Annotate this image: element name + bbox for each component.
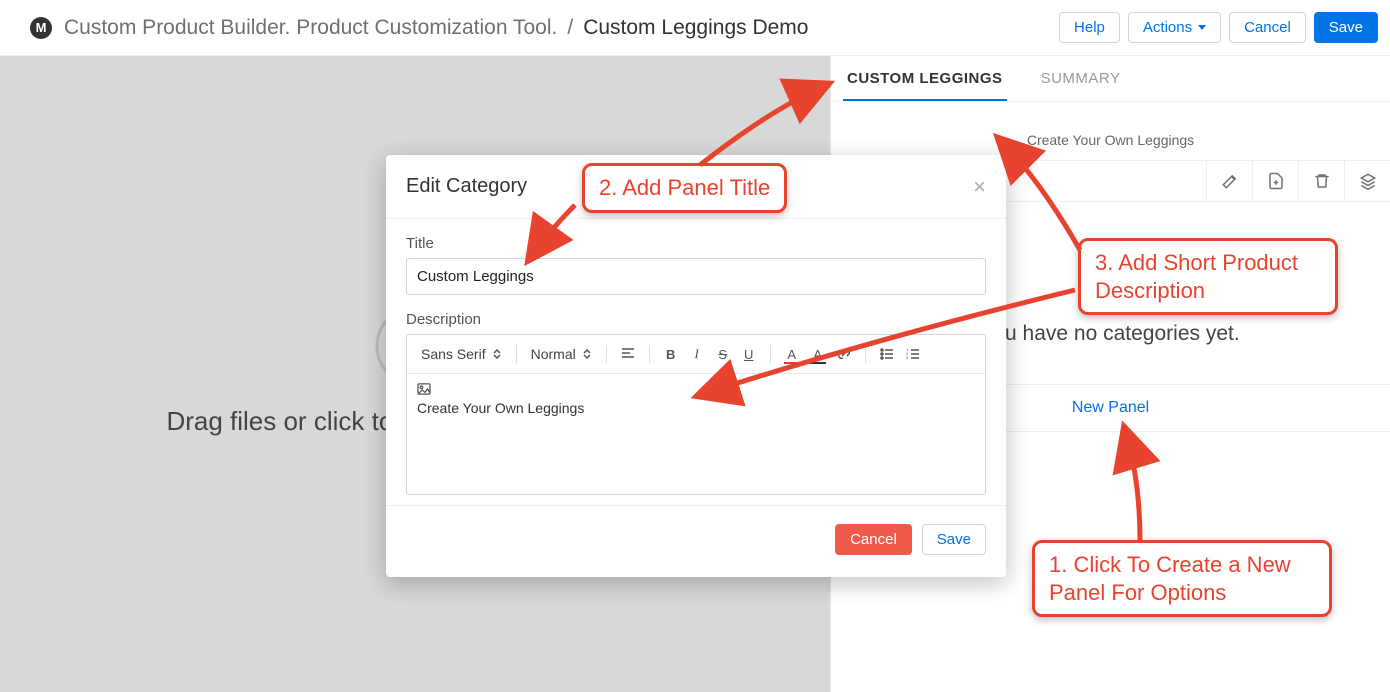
annotation-step3: 3. Add Short Product Description	[1078, 238, 1338, 315]
highlight-color-icon[interactable]: A	[807, 343, 829, 365]
description-label: Description	[406, 311, 986, 328]
help-button[interactable]: Help	[1059, 12, 1120, 43]
trash-icon[interactable]	[1298, 161, 1344, 201]
app-logo-icon: M	[30, 17, 52, 39]
actions-button[interactable]: Actions	[1128, 12, 1221, 43]
save-button[interactable]: Save	[1314, 12, 1378, 43]
sort-icon	[492, 349, 502, 359]
edit-icon[interactable]	[1206, 161, 1252, 201]
layers-icon[interactable]	[1344, 161, 1390, 201]
topbar-actions: Help Actions Cancel Save	[1059, 12, 1378, 43]
modal-cancel-button[interactable]: Cancel	[835, 524, 912, 555]
link-icon[interactable]	[833, 343, 855, 365]
breadcrumb-current: Custom Leggings Demo	[583, 16, 808, 40]
topbar: M Custom Product Builder. Product Custom…	[0, 0, 1390, 56]
align-icon[interactable]	[617, 343, 639, 365]
add-file-icon[interactable]	[1252, 161, 1298, 201]
title-input[interactable]	[406, 258, 986, 295]
text-color-icon[interactable]: A	[781, 343, 803, 365]
rte-size-select[interactable]: Normal	[527, 344, 596, 364]
rte-toolbar: Sans Serif Normal B I S U A	[407, 335, 985, 374]
cancel-button[interactable]: Cancel	[1229, 12, 1306, 43]
edit-category-modal: Edit Category × Title Description Sans S…	[386, 155, 1006, 577]
breadcrumb: M Custom Product Builder. Product Custom…	[30, 16, 808, 40]
rte-content[interactable]: Create Your Own Leggings	[407, 374, 985, 494]
breadcrumb-separator: /	[567, 16, 573, 40]
annotation-step2: 2. Add Panel Title	[582, 163, 787, 213]
annotation-step1: 1. Click To Create a New Panel For Optio…	[1032, 540, 1332, 617]
side-tabs: CUSTOM LEGGINGS SUMMARY	[831, 56, 1390, 102]
rte-text: Create Your Own Leggings	[417, 400, 975, 416]
app-name[interactable]: Custom Product Builder. Product Customiz…	[64, 16, 557, 40]
italic-icon[interactable]: I	[686, 343, 708, 365]
svg-text:3: 3	[906, 355, 909, 360]
tab-summary[interactable]: SUMMARY	[1037, 70, 1125, 101]
description-editor: Sans Serif Normal B I S U A	[406, 334, 986, 495]
tab-custom-leggings[interactable]: CUSTOM LEGGINGS	[843, 70, 1007, 101]
underline-icon[interactable]: U	[738, 343, 760, 365]
close-icon[interactable]: ×	[973, 176, 986, 198]
modal-save-button[interactable]: Save	[922, 524, 986, 555]
strikethrough-icon[interactable]: S	[712, 343, 734, 365]
category-subheading: Create Your Own Leggings	[831, 102, 1390, 160]
chevron-down-icon	[1198, 25, 1206, 30]
bold-icon[interactable]: B	[660, 343, 682, 365]
sort-icon	[582, 349, 592, 359]
modal-title: Edit Category	[406, 175, 527, 198]
bullet-list-icon[interactable]	[876, 343, 898, 365]
rte-font-select[interactable]: Sans Serif	[417, 344, 506, 364]
image-icon[interactable]	[417, 382, 975, 398]
title-label: Title	[406, 235, 986, 252]
ordered-list-icon[interactable]: 123	[902, 343, 924, 365]
